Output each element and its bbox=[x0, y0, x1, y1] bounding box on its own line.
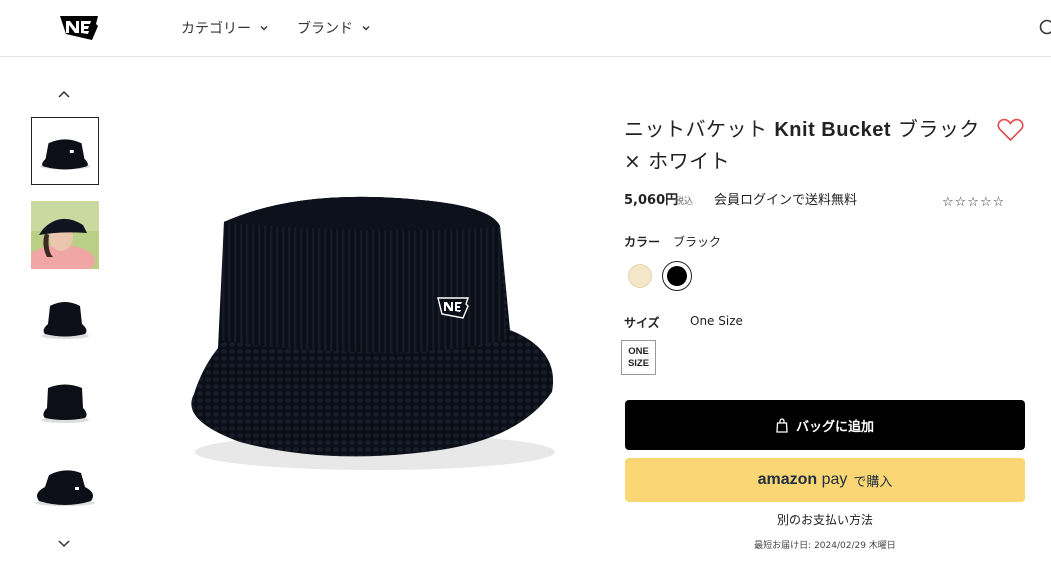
thumbnails-up-arrow-icon[interactable] bbox=[56, 87, 72, 101]
thumbnails-down-arrow-icon[interactable] bbox=[56, 537, 72, 551]
add-to-bag-button[interactable]: バッグに追加 bbox=[625, 400, 1025, 450]
amazon-pay-suffix: で購入 bbox=[853, 474, 893, 490]
nav-category-label: カテゴリー bbox=[181, 21, 251, 37]
site-header: カテゴリー ブランド bbox=[0, 0, 1051, 57]
new-era-logo[interactable] bbox=[58, 12, 100, 44]
black-bucket-front-thumb bbox=[39, 139, 91, 170]
nav-category[interactable]: カテゴリー bbox=[181, 18, 269, 38]
nav-brand-label: ブランド bbox=[297, 21, 353, 37]
add-to-bag-label: バッグに追加 bbox=[795, 419, 874, 435]
nav-brand[interactable]: ブランド bbox=[297, 18, 371, 38]
black-bucket-side-thumb bbox=[41, 302, 89, 339]
shipping-note: 会員ログインで送料無料 bbox=[714, 193, 858, 208]
product-main-image bbox=[191, 196, 555, 470]
size-value: One Size bbox=[690, 314, 743, 328]
thumbnail-2[interactable] bbox=[27, 201, 99, 277]
black-bucket-top-thumb bbox=[35, 470, 95, 506]
amazon-pay-button[interactable]: amazon pay で購入 bbox=[625, 458, 1025, 502]
thumbnail-4[interactable] bbox=[31, 368, 99, 436]
product-title: ニットバケット Knit Bucket ブラック × ホワイト bbox=[624, 114, 984, 177]
product-price: 5,060円 bbox=[624, 193, 679, 208]
color-swatch-cream[interactable] bbox=[628, 264, 652, 288]
chevron-down-icon bbox=[260, 26, 268, 31]
heart-icon[interactable] bbox=[997, 118, 1024, 142]
color-label: カラー bbox=[624, 235, 661, 249]
chevron-down-icon bbox=[362, 26, 370, 31]
delivery-note: 最短お届け日: 2024/02/29 木曜日 bbox=[754, 541, 896, 551]
color-value: ブラック bbox=[673, 235, 722, 249]
thumbnail-5[interactable] bbox=[31, 451, 99, 519]
amazon-pay-logo: amazon pay bbox=[757, 471, 848, 488]
size-label: サイズ bbox=[624, 316, 660, 330]
title-prefix: ニットバケット bbox=[624, 117, 775, 141]
model-wearing-hat-thumb bbox=[27, 201, 99, 277]
thumbnail-3[interactable] bbox=[31, 284, 99, 352]
rating-stars[interactable]: ☆☆☆☆☆ bbox=[942, 195, 1005, 210]
title-model: Knit Bucket bbox=[774, 119, 891, 141]
other-payment-link[interactable]: 別のお支払い方法 bbox=[625, 511, 1025, 528]
search-icon[interactable] bbox=[1038, 18, 1051, 38]
thumbnail-1[interactable] bbox=[31, 117, 99, 185]
bag-icon bbox=[776, 417, 788, 433]
size-box-line1: ONE bbox=[628, 346, 649, 357]
color-swatch-black[interactable] bbox=[667, 266, 687, 286]
black-bucket-back-thumb bbox=[41, 384, 89, 423]
size-box-line2: SIZE bbox=[627, 358, 650, 369]
size-option-one-size[interactable]: ONE SIZE bbox=[621, 340, 656, 375]
tax-label: 税込 bbox=[675, 197, 694, 207]
